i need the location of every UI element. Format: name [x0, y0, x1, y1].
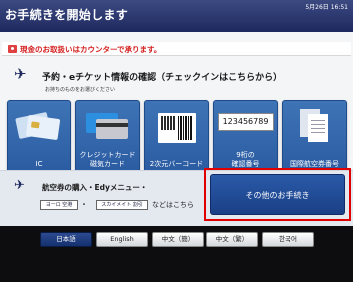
ic-card-icon: [15, 109, 61, 141]
edy-logo: ヨーロ 空港: [40, 200, 78, 210]
lang-chinese-traditional-button[interactable]: 中文（繁）: [206, 232, 258, 247]
ticket-number-option-button[interactable]: 国際航空券番号: [282, 100, 347, 178]
credit-card-icon: [85, 109, 130, 141]
other-procedures-button[interactable]: その他のお手続き: [210, 174, 345, 215]
confirmation-number-option-label: 9桁の 確認番号: [231, 151, 260, 168]
credit-card-option-label: クレジットカード 磁気カード: [79, 151, 136, 168]
document-icon: [299, 109, 330, 143]
purchase-via-text: などはこちら: [152, 201, 194, 209]
lang-japanese-button[interactable]: 日本語: [40, 232, 92, 247]
lang-chinese-simplified-button[interactable]: 中文（簡）: [152, 232, 204, 247]
cash-notice: 現金のお取扱いはカウンターで承ります。: [2, 42, 351, 56]
purchase-section-title: 航空券の購入・Edyメニュー・: [42, 183, 148, 192]
confirmation-number-option-button[interactable]: 123456789 9桁の 確認番号: [213, 100, 278, 178]
checkin-section-subtitle: お持ちのものをお選びください: [45, 87, 116, 93]
title-bar: お手続きを開始します 5月26日 16:51: [0, 0, 353, 32]
skymate-logo: スカイメイト 割引: [96, 200, 148, 210]
checkin-section-title: 予約・eチケット情報の確認（チェックインはこちらから）: [42, 73, 283, 83]
page-title: お手続きを開始します: [5, 8, 129, 22]
barcode-icon: [157, 113, 196, 143]
lang-english-button[interactable]: English: [96, 232, 148, 247]
lang-korean-button[interactable]: 한국어: [262, 232, 314, 247]
cash-notice-text: 現金のお取扱いはカウンターで承ります。: [20, 45, 162, 54]
credit-card-option-button[interactable]: クレジットカード 磁気カード: [75, 100, 140, 178]
ic-option-label: IC: [35, 160, 43, 168]
separator-dot: ・: [80, 200, 88, 209]
other-procedures-highlight: その他のお手続き: [204, 168, 351, 221]
barcode-option-button[interactable]: 2次元バーコード: [144, 100, 209, 178]
confirmation-number-icon: 123456789: [217, 113, 274, 131]
airplane-icon: ✈: [14, 65, 27, 83]
cash-icon: [8, 45, 17, 53]
datetime: 5月26日 16:51: [305, 4, 348, 11]
ic-option-button[interactable]: IC: [7, 100, 71, 178]
barcode-option-label: 2次元バーコード: [149, 160, 204, 168]
airplane-icon: ✈: [14, 178, 25, 193]
